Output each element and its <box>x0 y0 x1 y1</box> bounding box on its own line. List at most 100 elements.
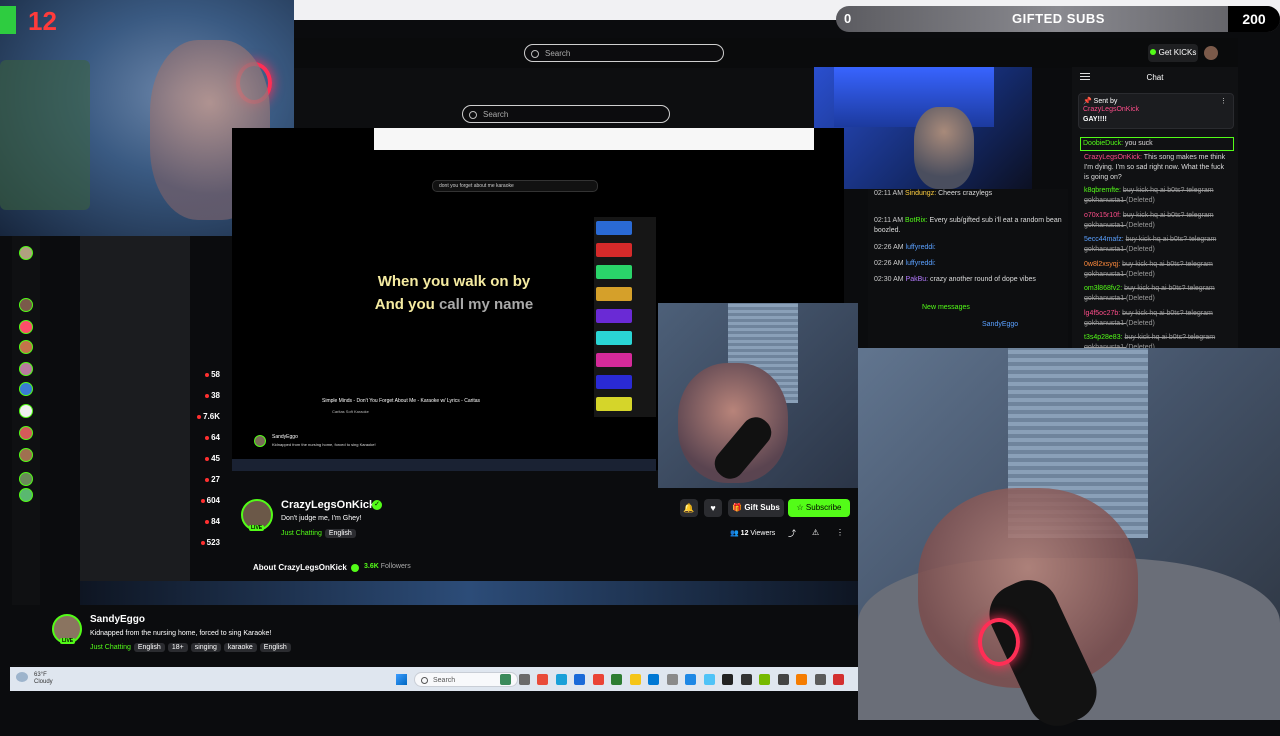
live-dot-icon <box>205 393 210 398</box>
taskbar-app-icon[interactable] <box>592 674 604 685</box>
nested-taskbar <box>232 459 656 471</box>
taskbar-app-icon[interactable] <box>814 674 826 685</box>
followed-channel-avatar[interactable] <box>19 426 33 440</box>
chat-username[interactable]: 0w8l2xsyqj: <box>1084 261 1122 268</box>
chat-timestamp: 02:11 AM <box>874 217 906 224</box>
followed-channel-avatar[interactable] <box>19 298 33 312</box>
chat-username[interactable]: luffyreddi: <box>906 260 936 267</box>
karaoke-lyrics: When you walk on by And you call my name <box>374 270 534 316</box>
youtube-search-input[interactable]: dont you forget about me karaoke <box>432 180 598 192</box>
get-kicks-button[interactable]: Get KICKs <box>1148 44 1198 62</box>
lyric-line-2-upcoming: call my name <box>434 296 534 313</box>
chat-message: om3l868fv2: buy kick hq ai b0ts? telegra… <box>1084 284 1230 304</box>
stream-tag[interactable]: English <box>259 643 291 652</box>
recommended-video-thumbnail[interactable] <box>596 375 632 389</box>
recommended-video-thumbnail[interactable] <box>596 221 632 235</box>
taskbar-app-icon[interactable] <box>703 674 715 685</box>
pin-icon[interactable]: ⋮ <box>1220 97 1227 105</box>
kick-search-input[interactable]: Search <box>524 44 724 62</box>
chat-username[interactable]: Sindungz: <box>905 190 938 197</box>
live-badge: LIVE <box>249 525 265 531</box>
stream-tag[interactable]: English <box>133 643 165 652</box>
taskbar-app-icon[interactable] <box>537 674 548 685</box>
recommended-video-thumbnail[interactable] <box>596 243 632 257</box>
chat-username[interactable]: SandyEggo <box>982 320 1018 330</box>
followed-channel-avatar[interactable] <box>19 472 33 486</box>
taskbar-app-icon[interactable] <box>722 674 733 685</box>
chat-username[interactable]: PakBu: <box>906 276 931 283</box>
live-dot-icon <box>197 414 202 419</box>
nested-search-input[interactable]: Search <box>462 105 670 123</box>
weather-widget[interactable]: 63°F Cloudy <box>16 672 53 686</box>
taskbar-app-icon[interactable] <box>500 674 511 685</box>
warning-icon[interactable]: ⚠ <box>812 528 819 537</box>
taskbar-app-icon[interactable] <box>611 674 622 685</box>
user-avatar[interactable] <box>1204 46 1218 60</box>
taskbar-app-icon[interactable] <box>518 674 530 685</box>
chat-username[interactable]: t3s4p28e83: <box>1084 334 1124 341</box>
live-dot-icon <box>205 372 210 377</box>
taskbar-app-icon[interactable] <box>759 674 770 685</box>
recommended-video-thumbnail[interactable] <box>596 397 632 411</box>
taskbar-app-icon[interactable] <box>666 674 678 685</box>
windows-start-icon[interactable] <box>396 674 407 685</box>
recommended-video-thumbnail[interactable] <box>596 331 632 345</box>
taskbar-app-icon[interactable] <box>555 674 567 685</box>
chat-username[interactable]: lg4f5oc27b: <box>1084 310 1122 317</box>
chat-username[interactable]: DoobieDuck: <box>1083 140 1125 147</box>
taskbar-app-icon[interactable] <box>574 674 585 685</box>
heart-icon: ♥ <box>710 503 716 513</box>
stream-tag[interactable]: English <box>324 529 356 538</box>
followed-channel-avatar[interactable] <box>19 362 33 376</box>
chat-text: Cheers crazylegs <box>938 190 993 197</box>
followed-channel-avatar[interactable] <box>19 448 33 462</box>
stream-category[interactable]: Just Chatting English <box>281 529 356 538</box>
bottom-stream-category[interactable]: Just Chatting English 18+ singing karaoke Eng… <box>90 643 291 652</box>
more-options-icon[interactable]: ⋮ <box>836 528 844 537</box>
recommended-video-thumbnail[interactable] <box>596 287 632 301</box>
chat-username[interactable]: k8qbremfte: <box>1084 187 1123 194</box>
follow-heart-button[interactable]: ♥ <box>704 499 722 517</box>
stream-tag[interactable]: karaoke <box>223 643 257 652</box>
taskbar-app-icon[interactable] <box>629 674 641 685</box>
subscribe-button[interactable]: ☆ Subscribe <box>788 499 850 517</box>
notification-bell-button[interactable]: 🔔 <box>680 499 698 517</box>
followed-channel-avatar[interactable] <box>19 382 33 396</box>
followed-channel-avatar[interactable] <box>19 488 33 502</box>
bottom-channel-avatar[interactable]: LIVE <box>52 614 82 644</box>
cam-counter: 12 <box>28 6 57 36</box>
followed-channel-avatar[interactable] <box>19 404 33 418</box>
followed-channel-avatar[interactable] <box>19 320 33 334</box>
chat-username[interactable]: om3l868fv2: <box>1084 285 1124 292</box>
webcam-overlay-top-right <box>814 67 1032 189</box>
chat-username[interactable]: luffyreddi: <box>906 244 936 251</box>
channel-avatar[interactable]: LIVE <box>241 499 273 531</box>
taskbar-app-icon[interactable] <box>740 674 752 685</box>
chat-username[interactable]: CrazyLegsOnKick: <box>1084 154 1144 161</box>
followed-channel-avatar[interactable] <box>19 246 33 260</box>
chat-username[interactable]: BotRix: <box>905 217 930 224</box>
followed-channel-avatar[interactable] <box>19 340 33 354</box>
taskbar-app-icon[interactable] <box>796 674 807 685</box>
taskbar-app-icon[interactable] <box>777 674 789 685</box>
recommended-video-thumbnail[interactable] <box>596 309 632 323</box>
taskbar-app-icon[interactable] <box>648 674 659 685</box>
bottom-category-label[interactable]: Just Chatting <box>90 644 131 651</box>
stream-tag[interactable]: singing <box>190 643 221 652</box>
chat-username[interactable]: o70x15r10f: <box>1084 212 1123 219</box>
gift-subs-button[interactable]: 🎁 Gift Subs <box>728 499 784 517</box>
recommended-video-thumbnail[interactable] <box>596 265 632 279</box>
category-label[interactable]: Just Chatting <box>281 530 322 537</box>
chat-username[interactable]: 5ecc44mafz: <box>1084 236 1126 243</box>
sidebar-viewer-count: 45 <box>205 454 220 463</box>
taskbar-app-icon[interactable] <box>685 674 696 685</box>
taskbar-app-icon[interactable] <box>833 674 844 685</box>
chat-message: 0w8l2xsyqj: buy kick hq ai b0ts? telegra… <box>1084 260 1230 280</box>
stream-tag[interactable]: 18+ <box>167 643 188 652</box>
share-icon[interactable]: ⤴ <box>788 528 796 539</box>
new-messages-divider[interactable]: New messages <box>922 303 970 313</box>
recommended-video-thumbnail[interactable] <box>596 353 632 367</box>
viewer-count-value: 38 <box>211 391 220 400</box>
channel-name[interactable]: CrazyLegsOnKick <box>281 499 375 511</box>
bottom-channel-name[interactable]: SandyEggo <box>90 614 145 625</box>
